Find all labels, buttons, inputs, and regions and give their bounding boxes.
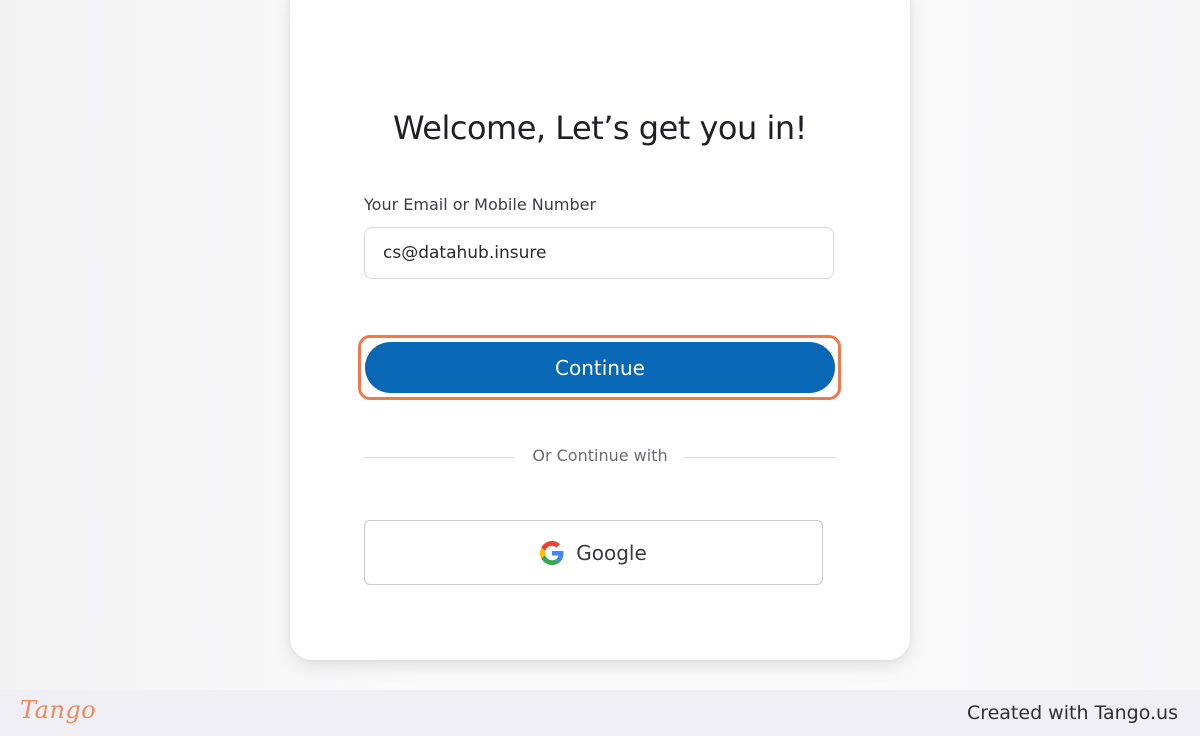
page-background: Welcome, Let’s get you in! Your Email or…	[0, 0, 1200, 690]
google-g-icon	[540, 540, 564, 565]
tango-footer: Tango Created with Tango.us	[0, 690, 1200, 736]
tango-logo: Tango	[20, 696, 97, 724]
created-with-text: Created with Tango.us	[966, 702, 1178, 724]
divider-line-right	[684, 457, 836, 458]
divider: Or Continue with	[364, 444, 836, 470]
login-card: Welcome, Let’s get you in! Your Email or…	[290, 0, 910, 660]
divider-text: Or Continue with	[532, 446, 668, 465]
continue-button[interactable]: Continue	[365, 342, 835, 393]
google-button-label: Google	[576, 540, 647, 565]
email-label: Your Email or Mobile Number	[364, 195, 597, 214]
email-field[interactable]	[364, 227, 834, 279]
google-signin-button[interactable]: Google	[364, 520, 823, 585]
page-title: Welcome, Let’s get you in!	[393, 109, 807, 147]
